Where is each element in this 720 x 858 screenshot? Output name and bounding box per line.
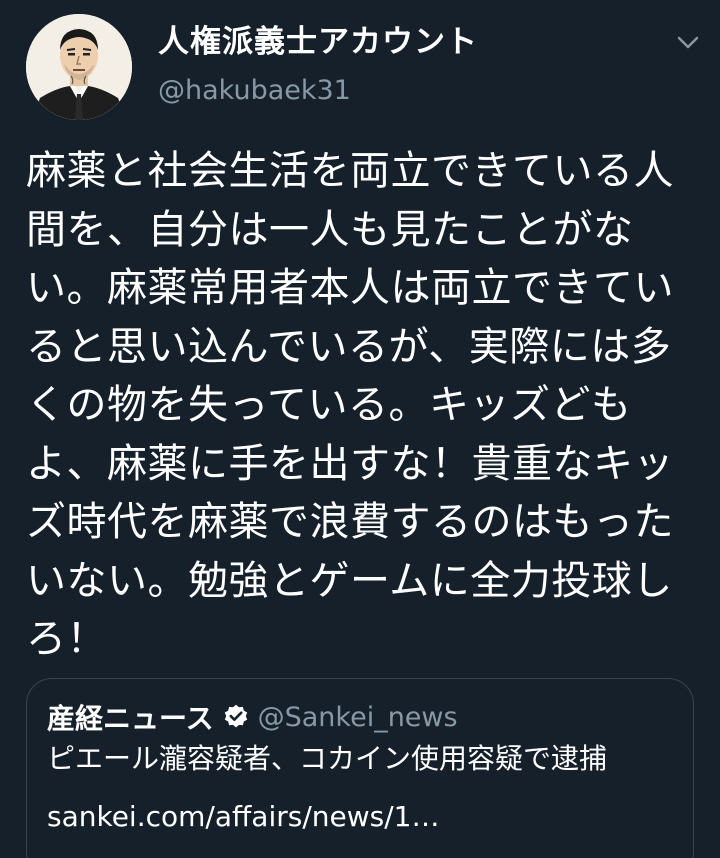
- chevron-down-icon[interactable]: [676, 30, 700, 54]
- tweet: 人権派義士アカウント @hakubaek31 麻薬と社会生活を両立できている人間…: [0, 0, 720, 858]
- quoted-author-name: 産経ニュース: [47, 702, 214, 735]
- quoted-author-handle: @Sankei_news: [257, 701, 458, 733]
- author-info: 人権派義士アカウント @hakubaek31: [158, 22, 478, 110]
- avatar[interactable]: [26, 14, 132, 120]
- avatar-portrait-icon: [26, 14, 132, 120]
- author-handle[interactable]: @hakubaek31: [158, 72, 478, 110]
- quoted-tweet-link[interactable]: sankei.com/affairs/news/1…: [47, 797, 439, 837]
- tweet-text: 麻薬と社会生活を両立できている人間を、自分は一人も見たことがない。麻薬常用者本人…: [26, 148, 674, 662]
- verified-badge-icon: [224, 704, 247, 728]
- tweet-header: 人権派義士アカウント @hakubaek31: [26, 14, 706, 124]
- quoted-tweet-text: ピエール瀧容疑者、コカイン使用容疑で逮捕: [47, 742, 608, 775]
- quoted-tweet-card[interactable]: 産経ニュース @Sankei_news ピエール瀧容疑者、コカイン使用容疑で逮捕…: [26, 678, 694, 858]
- author-display-name[interactable]: 人権派義士アカウント: [158, 22, 478, 62]
- quoted-tweet-header: 産経ニュース @Sankei_news: [47, 697, 458, 737]
